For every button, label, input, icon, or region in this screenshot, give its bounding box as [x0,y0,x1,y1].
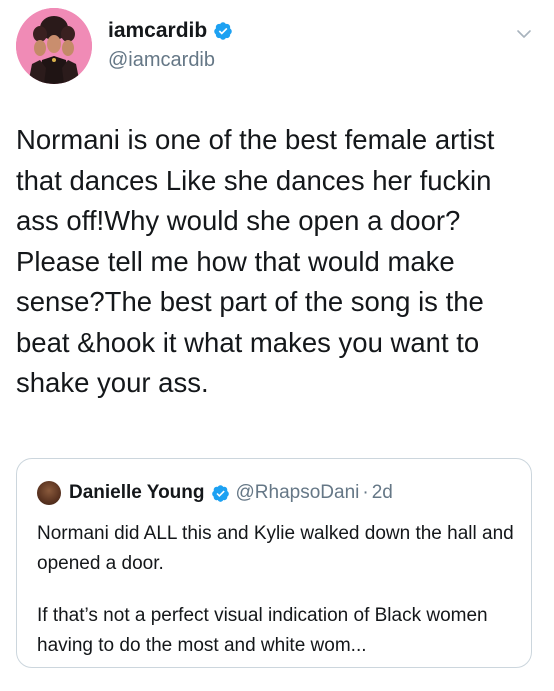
chevron-down-icon[interactable] [516,26,532,42]
avatar-image [16,8,92,84]
author-info: iamcardib @iamcardib [108,18,233,74]
tweet-text: Normani is one of the best female artist… [16,124,495,398]
quoted-tweet-text: Normani did ALL this and Kylie walked do… [37,519,517,661]
quoted-author-avatar [37,481,61,505]
verified-badge-icon [214,22,232,40]
author-display-name[interactable]: iamcardib [108,18,207,44]
quoted-tweet-timestamp: 2d [371,482,393,503]
quoted-tweet-paragraph: Normani did ALL this and Kylie walked do… [37,523,514,574]
author-handle[interactable]: @iamcardib [108,46,233,74]
tweet-card: iamcardib @iamcardib Normani is one of t… [0,0,554,691]
verified-badge-icon [211,484,229,502]
quoted-tweet-paragraph: If that’s not a perfect visual indicatio… [37,605,488,656]
author-avatar[interactable] [16,8,92,84]
quoted-tweet-header: Danielle Young @RhapsoDani · 2d [37,481,393,505]
quoted-author-name: Danielle Young [69,482,205,503]
author-name-row: iamcardib [108,18,233,44]
separator-dot: · [362,482,369,503]
quoted-tweet[interactable]: Danielle Young @RhapsoDani · 2d Normani … [16,458,532,668]
quoted-author-handle: @RhapsoDani [235,482,360,503]
